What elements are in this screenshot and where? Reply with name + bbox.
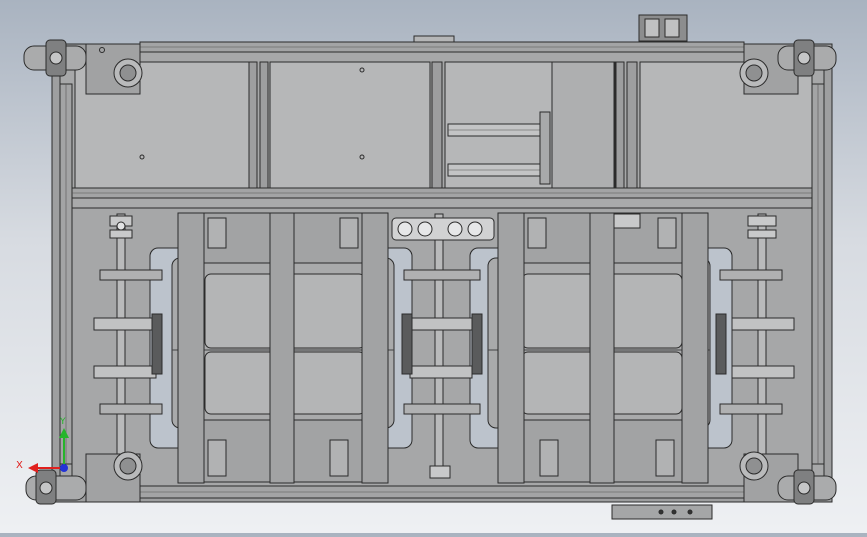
- motor-bracket-top: [413, 14, 688, 43]
- y-axis-label: Y: [59, 417, 66, 427]
- mounting-plate-bottom: [611, 504, 713, 520]
- cross-beam: [71, 187, 813, 209]
- corner-plate-bottom-left: [85, 451, 143, 503]
- cad-viewport[interactable]: X Y: [0, 0, 867, 533]
- z-axis-dot: [60, 464, 68, 472]
- conveyor-assembly-top-view: X Y: [16, 14, 837, 520]
- x-axis-label: X: [16, 460, 23, 471]
- corner-plate-top-left: [85, 43, 143, 95]
- x-axis-arrowhead: [28, 463, 38, 473]
